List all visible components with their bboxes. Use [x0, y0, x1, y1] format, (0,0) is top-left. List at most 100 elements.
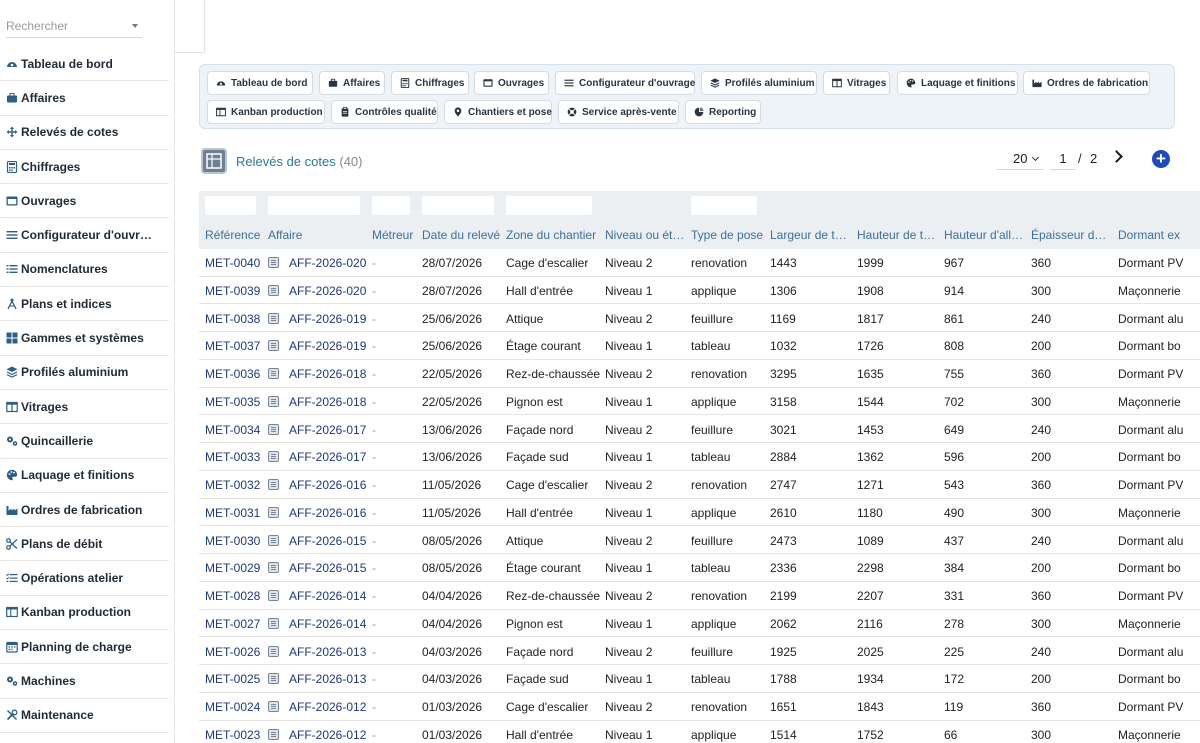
- column-header[interactable]: Affaire: [268, 228, 302, 242]
- reference-link[interactable]: MET-0034: [205, 423, 260, 437]
- column-header[interactable]: Zone du chantier: [506, 228, 596, 242]
- table-row[interactable]: MET-0034 AFF-2026-017- 13/06/2026 Façade no…: [199, 416, 1200, 444]
- table-row[interactable]: MET-0039 AFF-2026-020- 28/07/2026 Hall d'en…: [199, 277, 1200, 305]
- reference-link[interactable]: MET-0036: [205, 367, 260, 381]
- table-row[interactable]: MET-0028 AFF-2026-014- 04/04/2026 Rez-de-ch…: [199, 582, 1200, 610]
- shortcut-button[interactable]: Kanban production: [207, 100, 325, 124]
- caret-down-icon[interactable]: [132, 24, 138, 28]
- column-header[interactable]: Type de pose: [691, 228, 763, 242]
- reference-link[interactable]: MET-0039: [205, 284, 260, 298]
- column-filter-input[interactable]: [691, 196, 757, 215]
- affaire-link[interactable]: AFF-2026-012: [289, 728, 366, 742]
- record-link-icon[interactable]: [268, 423, 279, 435]
- record-link-icon[interactable]: [268, 534, 279, 546]
- next-page-icon[interactable]: [1112, 150, 1124, 162]
- sidebar-item[interactable]: Vitrages: [0, 390, 169, 425]
- record-link-icon[interactable]: [268, 257, 279, 268]
- sidebar-item[interactable]: Kanban production: [0, 596, 169, 631]
- record-link-icon[interactable]: [268, 340, 279, 352]
- affaire-link[interactable]: AFF-2026-018: [289, 367, 366, 381]
- sidebar-item[interactable]: Planning de charge: [0, 630, 169, 665]
- affaire-link[interactable]: AFF-2026-016: [289, 478, 366, 492]
- affaire-link[interactable]: AFF-2026-018: [289, 395, 366, 409]
- shortcut-button[interactable]: Configurateur d'ouvrage: [555, 71, 695, 95]
- shortcut-button[interactable]: Reporting: [685, 100, 761, 124]
- sidebar-item[interactable]: Nomenclatures: [0, 253, 169, 288]
- sidebar-item[interactable]: Relevés de cotes: [0, 116, 169, 150]
- table-row[interactable]: MET-0023 AFF-2026-012- 01/03/2026 Hall d'en…: [199, 721, 1200, 743]
- record-link-icon[interactable]: [268, 562, 279, 574]
- record-link-icon[interactable]: [268, 395, 279, 407]
- reference-link[interactable]: MET-0029: [205, 561, 260, 575]
- affaire-link[interactable]: AFF-2026-017: [289, 423, 366, 437]
- table-row[interactable]: MET-0037 AFF-2026-019- 25/06/2026 Étage cou…: [199, 332, 1200, 360]
- shortcut-button[interactable]: Service après-vente: [558, 100, 679, 124]
- table-row[interactable]: MET-0040 AFF-2026-020- 28/07/2026 Cage d'es…: [199, 249, 1200, 277]
- sidebar-item[interactable]: Plans et indices: [0, 287, 169, 322]
- affaire-link[interactable]: AFF-2026-014: [289, 589, 366, 603]
- reference-link[interactable]: MET-0023: [205, 728, 260, 742]
- shortcut-button[interactable]: Chantiers et pose: [444, 100, 552, 124]
- shortcut-button[interactable]: Vitrages: [823, 71, 890, 95]
- affaire-link[interactable]: AFF-2026-012: [289, 700, 366, 714]
- table-row[interactable]: MET-0024 AFF-2026-012- 01/03/2026 Cage d'es…: [199, 693, 1200, 721]
- sidebar-item[interactable]: Plans de débit: [0, 527, 169, 562]
- reference-link[interactable]: MET-0026: [205, 645, 260, 659]
- reference-link[interactable]: MET-0033: [205, 450, 260, 464]
- record-link-icon[interactable]: [268, 645, 279, 657]
- record-link-icon[interactable]: [268, 617, 279, 629]
- affaire-link[interactable]: AFF-2026-015: [289, 534, 366, 548]
- reference-link[interactable]: MET-0032: [205, 478, 260, 492]
- record-link-icon[interactable]: [268, 368, 279, 379]
- column-filter-input[interactable]: [268, 196, 360, 215]
- affaire-link[interactable]: AFF-2026-020: [289, 256, 366, 270]
- sidebar-item[interactable]: Laquage et finitions: [0, 459, 169, 493]
- sidebar-item[interactable]: Quincaillerie: [0, 424, 169, 459]
- record-link-icon[interactable]: [268, 506, 279, 518]
- reference-link[interactable]: MET-0030: [205, 534, 260, 548]
- column-header[interactable]: Épaisseur d…: [1031, 228, 1106, 242]
- column-header[interactable]: Hauteur d'all…: [944, 228, 1023, 242]
- sidebar-item[interactable]: Profilés aluminium: [0, 356, 169, 390]
- table-row[interactable]: MET-0033 AFF-2026-017- 13/06/2026 Façade su…: [199, 443, 1200, 471]
- sidebar-item[interactable]: Ordres de fabrication: [0, 493, 169, 528]
- column-header[interactable]: Niveau ou ét…: [605, 228, 684, 242]
- search-input[interactable]: Rechercher: [6, 14, 142, 38]
- record-link-icon[interactable]: [268, 451, 279, 463]
- sidebar-item[interactable]: Chiffrages: [0, 150, 169, 185]
- reference-link[interactable]: MET-0025: [205, 672, 260, 686]
- reference-link[interactable]: MET-0028: [205, 589, 260, 603]
- sidebar-item[interactable]: Maintenance: [0, 699, 169, 733]
- shortcut-button[interactable]: Profilés aluminium: [701, 71, 817, 95]
- shortcut-button[interactable]: Chiffrages: [391, 71, 469, 95]
- table-row[interactable]: MET-0026 AFF-2026-013- 04/03/2026 Façade no…: [199, 638, 1200, 666]
- table-row[interactable]: MET-0036 AFF-2026-018- 22/05/2026 Rez-de-ch…: [199, 360, 1200, 388]
- record-link-icon[interactable]: [268, 312, 279, 324]
- column-header[interactable]: Date du relevé: [422, 228, 500, 242]
- sidebar-item[interactable]: Machines: [0, 664, 169, 699]
- reference-link[interactable]: MET-0031: [205, 506, 260, 520]
- reference-link[interactable]: MET-0040: [205, 256, 260, 270]
- table-row[interactable]: MET-0038 AFF-2026-019- 25/06/2026 Attique Ni…: [199, 305, 1200, 333]
- shortcut-button[interactable]: Ordres de fabrication: [1023, 71, 1150, 95]
- record-link-icon[interactable]: [268, 701, 279, 712]
- affaire-link[interactable]: AFF-2026-013: [289, 672, 366, 686]
- sidebar-item[interactable]: Configurateur d'ouvr…: [0, 218, 169, 253]
- table-row[interactable]: MET-0032 AFF-2026-016- 11/05/2026 Cage d'es…: [199, 471, 1200, 499]
- reference-link[interactable]: MET-0024: [205, 700, 260, 714]
- table-row[interactable]: MET-0030 AFF-2026-015- 08/05/2026 Attique Ni…: [199, 527, 1200, 555]
- column-header[interactable]: Référence: [205, 228, 260, 242]
- sidebar-item[interactable]: Opérations atelier: [0, 561, 169, 596]
- column-header[interactable]: Métreur: [372, 228, 413, 242]
- reference-link[interactable]: MET-0027: [205, 617, 260, 631]
- affaire-link[interactable]: AFF-2026-014: [289, 617, 366, 631]
- record-link-icon[interactable]: [268, 479, 279, 490]
- table-row[interactable]: MET-0025 AFF-2026-013- 04/03/2026 Façade su…: [199, 665, 1200, 693]
- column-filter-input[interactable]: [205, 196, 256, 215]
- reference-link[interactable]: MET-0038: [205, 312, 260, 326]
- column-header[interactable]: Largeur de t…: [770, 228, 847, 242]
- record-link-icon[interactable]: [268, 728, 279, 740]
- column-filter-input[interactable]: [372, 196, 410, 215]
- reference-link[interactable]: MET-0035: [205, 395, 260, 409]
- affaire-link[interactable]: AFF-2026-020: [289, 284, 366, 298]
